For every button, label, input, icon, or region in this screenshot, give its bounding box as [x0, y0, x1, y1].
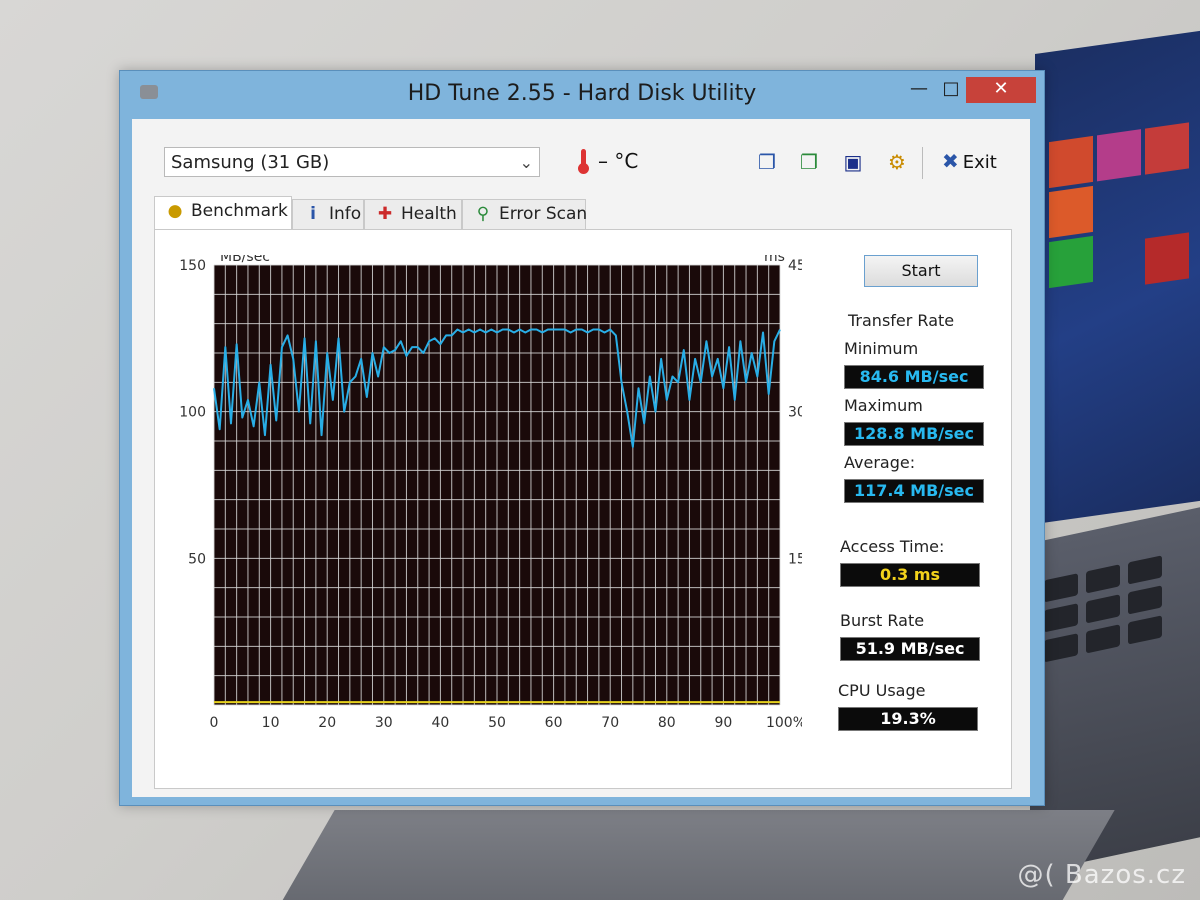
keyboard-key — [1086, 594, 1120, 624]
start-tile — [1145, 122, 1189, 175]
client-area: Samsung (31 GB) ⌄ – °C ❐ ❐ ▣ ⚙ ✖ Exit ● Be… — [132, 119, 1030, 797]
watermark: @( Bazos.cz — [1017, 860, 1186, 890]
y-left-tick-label: 50 — [188, 551, 206, 567]
average-label: Average: — [844, 453, 916, 472]
start-tile — [1049, 185, 1093, 239]
drive-select[interactable]: Samsung (31 GB) ⌄ — [164, 147, 540, 177]
x-tick-label: 30 — [375, 715, 393, 731]
tab-label: Health — [401, 204, 457, 224]
x-tick-label: 50 — [488, 715, 506, 731]
y-left-tick-label: 150 — [179, 258, 206, 274]
close-icon: ✕ — [993, 78, 1009, 99]
keyboard-key — [1044, 633, 1078, 663]
x-tick-label: 20 — [318, 715, 336, 731]
keyboard-key — [1086, 624, 1120, 654]
access-time-value: 0.3 ms — [840, 563, 980, 587]
start-tile — [1097, 129, 1141, 182]
y-right-axis-label: ms — [764, 255, 785, 265]
x-tick-label: 10 — [262, 715, 280, 731]
minimum-label: Minimum — [844, 339, 919, 358]
app-window: HD Tune 2.55 - Hard Disk Utility — □ ✕ S… — [119, 70, 1045, 806]
x-tick-label: 80 — [658, 715, 676, 731]
start-button[interactable]: Start — [864, 255, 978, 287]
y-right-tick-label: 45 — [788, 258, 802, 274]
temperature-readout: – °C — [598, 149, 639, 173]
burst-rate-value: 51.9 MB/sec — [840, 637, 980, 661]
laptop-screen — [1035, 25, 1200, 525]
tab-info[interactable]: i Info — [292, 199, 364, 229]
laptop-base — [265, 810, 1115, 900]
tab-benchmark[interactable]: ● Benchmark — [154, 196, 292, 230]
x-tick-label: 0 — [210, 715, 219, 731]
chevron-down-icon[interactable]: ⌄ — [520, 148, 533, 178]
thermometer-bulb — [578, 163, 589, 174]
keyboard-key — [1128, 585, 1162, 615]
access-time-label: Access Time: — [840, 537, 945, 556]
y-left-axis-label: MB/sec — [220, 255, 270, 265]
close-button[interactable]: ✕ — [966, 77, 1036, 103]
y-right-tick-label: 30 — [788, 405, 802, 421]
info-icon: i — [310, 204, 316, 224]
options-icon[interactable]: ⚙ — [884, 149, 910, 175]
transfer-rate-label: Transfer Rate — [848, 311, 955, 330]
tab-label: Error Scan — [499, 204, 588, 224]
burst-rate-label: Burst Rate — [840, 611, 925, 630]
maximum-label: Maximum — [844, 396, 923, 415]
x-tick-label: 60 — [545, 715, 563, 731]
exit-label: Exit — [962, 152, 997, 173]
tab-label: Info — [329, 204, 362, 224]
cpu-usage-value: 19.3% — [838, 707, 978, 731]
start-tile — [1145, 232, 1189, 285]
keyboard-key — [1086, 564, 1120, 594]
benchmark-chart: MB/sec ms 150100504530150 10 20 30 40 50 60 70 8… — [179, 255, 802, 731]
copy-text-icon[interactable]: ❐ — [754, 149, 780, 175]
y-left-tick-label: 100 — [179, 405, 206, 421]
maximize-button[interactable]: □ — [932, 77, 970, 103]
health-cross-icon: ✚ — [377, 204, 393, 224]
x-tick-label: 100% — [766, 715, 802, 731]
maximum-value: 128.8 MB/sec — [844, 422, 984, 446]
cpu-usage-label: CPU Usage — [838, 681, 926, 700]
start-tile — [1049, 235, 1093, 289]
title-bar[interactable]: HD Tune 2.55 - Hard Disk Utility — □ ✕ — [120, 71, 1044, 117]
start-tile — [1049, 135, 1093, 189]
tab-label: Benchmark — [191, 201, 288, 221]
exit-icon: ✖ — [942, 149, 959, 173]
keyboard-key — [1128, 555, 1162, 585]
keyboard-key — [1128, 615, 1162, 645]
thermometer-icon — [578, 149, 589, 174]
toolbar-separator — [922, 147, 923, 179]
lightbulb-icon: ● — [167, 201, 183, 221]
average-value: 117.4 MB/sec — [844, 479, 984, 503]
x-tick-label: 40 — [431, 715, 449, 731]
x-tick-label: 70 — [601, 715, 619, 731]
exit-button[interactable]: ✖ Exit — [942, 149, 997, 173]
keyboard-key — [1044, 603, 1078, 633]
drive-select-value: Samsung (31 GB) — [171, 152, 330, 173]
tab-error-scan[interactable]: ⚲ Error Scan — [462, 199, 588, 229]
keyboard-key — [1044, 573, 1078, 603]
save-icon[interactable]: ▣ — [840, 149, 866, 175]
magnifier-icon: ⚲ — [476, 204, 490, 224]
minimum-value: 84.6 MB/sec — [844, 365, 984, 389]
tab-health[interactable]: ✚ Health — [364, 199, 462, 229]
y-right-tick-label: 15 — [788, 551, 802, 567]
x-tick-label: 90 — [714, 715, 732, 731]
copy-screenshot-icon[interactable]: ❐ — [796, 149, 822, 175]
